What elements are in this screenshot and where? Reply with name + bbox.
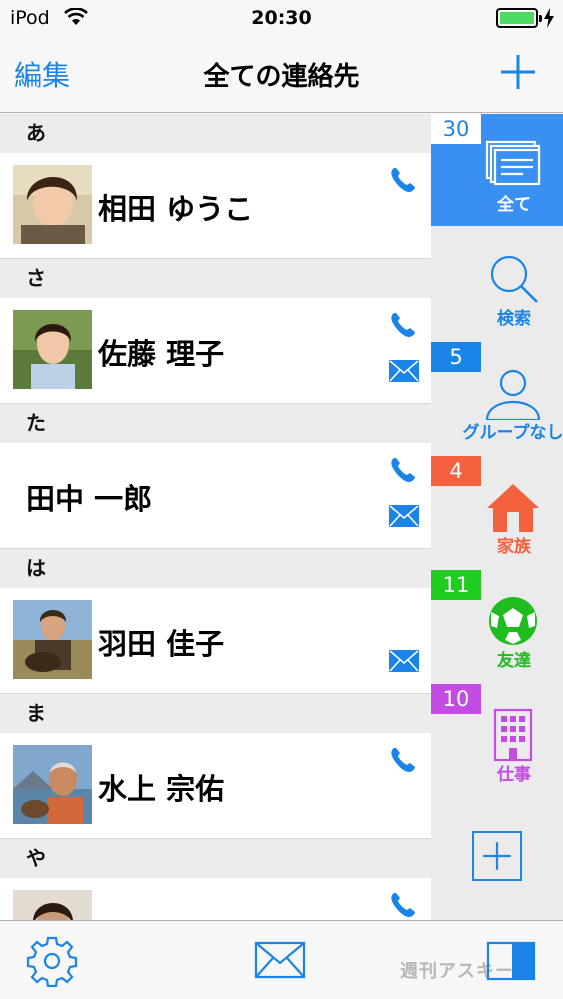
phone-icon[interactable] <box>388 165 418 195</box>
mail-icon[interactable] <box>389 650 419 672</box>
section-header: や <box>0 839 431 878</box>
contact-row[interactable]: 相田 ゆうこ <box>0 153 431 259</box>
contact-row[interactable]: 羽田 佳子 <box>0 588 431 694</box>
charging-bolt-icon <box>544 8 554 28</box>
building-icon <box>493 708 533 762</box>
contact-row[interactable]: 田中 一郎 <box>0 443 431 549</box>
group-label: 家族 <box>497 537 531 557</box>
contact-name: 羽田 佳子 <box>98 627 225 661</box>
soccer-ball-icon <box>489 597 537 645</box>
avatar <box>13 890 92 920</box>
battery-icon <box>496 8 542 28</box>
avatar <box>13 600 92 679</box>
contact-name: 相田 ゆうこ <box>98 192 254 226</box>
bottom-toolbar: 週刊アスキー <box>0 920 563 999</box>
contact-row[interactable]: 水上 宗佑 <box>0 733 431 839</box>
person-icon <box>485 369 541 420</box>
contact-name: 水上 宗佑 <box>98 772 225 806</box>
section-header: ま <box>0 694 431 733</box>
group-sidebar: 30 全て 検索 5 グループなし 4 家族 11 友達 10 仕事 <box>431 114 563 920</box>
contact-list[interactable]: あ 相田 ゆうこ さ 佐藤 理子 た 田中 一郎 は 羽田 佳子 ま 水上 宗佑… <box>0 114 431 920</box>
mail-icon[interactable] <box>389 505 419 527</box>
contact-name: 田中 一郎 <box>26 482 153 516</box>
add-group-button[interactable] <box>472 831 522 881</box>
plus-icon <box>483 842 511 870</box>
phone-icon[interactable] <box>388 455 418 485</box>
group-search[interactable]: 検索 <box>431 228 563 340</box>
add-contact-button[interactable] <box>498 52 538 92</box>
group-count-badge: 30 <box>431 114 481 144</box>
section-header: は <box>0 549 431 588</box>
section-header: た <box>0 404 431 443</box>
mail-icon[interactable] <box>389 360 419 382</box>
house-icon <box>487 484 539 532</box>
gear-icon[interactable] <box>26 935 78 987</box>
group-count-badge: 4 <box>431 456 481 486</box>
avatar <box>13 165 92 244</box>
contact-row[interactable]: 佐藤 理子 <box>0 298 431 404</box>
group-count-badge: 11 <box>431 570 481 600</box>
group-label: 全て <box>497 195 531 215</box>
group-ungrouped[interactable]: 5 グループなし <box>431 342 563 454</box>
group-count-badge: 10 <box>431 684 481 714</box>
page-title: 全ての連絡先 <box>203 62 360 92</box>
section-header: あ <box>0 114 431 153</box>
avatar <box>13 745 92 824</box>
group-label: グループなし <box>462 423 563 443</box>
split-view-icon[interactable] <box>486 941 536 981</box>
avatar <box>13 310 92 389</box>
edit-button[interactable]: 編集 <box>14 54 70 94</box>
status-bar: iPod 20:30 <box>0 0 563 38</box>
status-time: 20:30 <box>251 7 312 29</box>
group-label: 友達 <box>497 651 531 671</box>
search-icon <box>490 255 538 303</box>
group-count-badge: 5 <box>431 342 481 372</box>
section-header: さ <box>0 259 431 298</box>
phone-icon[interactable] <box>388 310 418 340</box>
phone-icon[interactable] <box>388 745 418 775</box>
envelope-icon[interactable] <box>254 941 306 979</box>
group-label: 仕事 <box>497 765 531 785</box>
group-friends[interactable]: 11 友達 <box>431 570 563 682</box>
phone-icon[interactable] <box>388 890 418 920</box>
plus-icon <box>501 55 535 89</box>
contact-name: 佐藤 理子 <box>98 337 225 371</box>
navigation-bar: 編集 全ての連絡先 <box>0 38 563 113</box>
group-family[interactable]: 4 家族 <box>431 456 563 568</box>
group-label: 検索 <box>497 309 531 329</box>
group-all[interactable]: 30 全て <box>431 114 563 226</box>
contact-row[interactable] <box>0 878 431 920</box>
cards-icon <box>485 140 541 186</box>
group-work[interactable]: 10 仕事 <box>431 684 563 796</box>
